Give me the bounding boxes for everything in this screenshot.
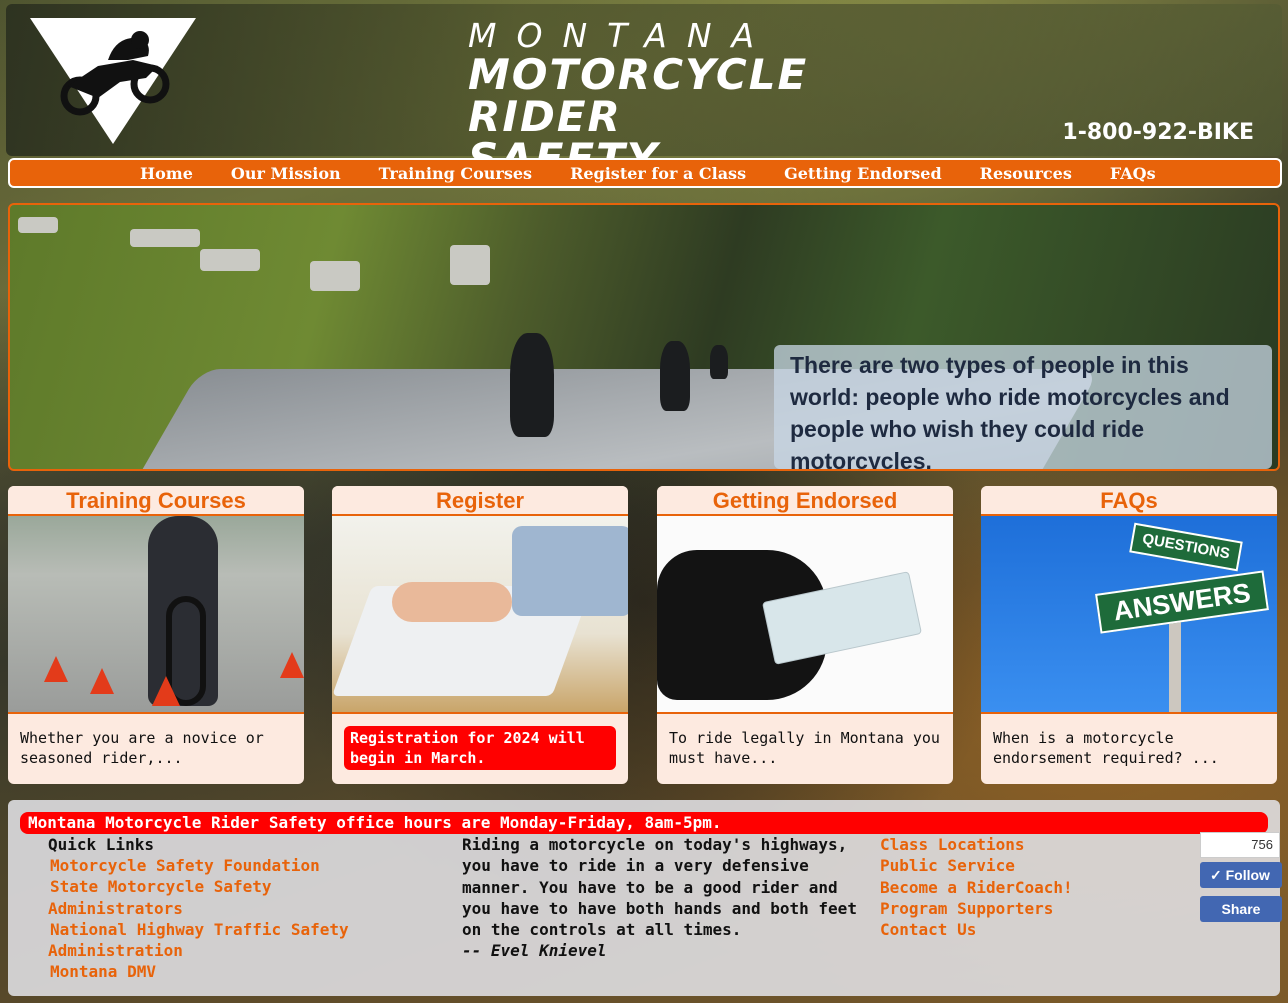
sleeve-shape [512,526,628,616]
link-msf[interactable]: Motorcycle Safety Foundation [48,855,408,876]
cone-shape [44,656,68,682]
hands-shape [392,582,512,622]
hero-rider [710,345,728,379]
hero-quote-box: There are two types of people in this wo… [774,345,1272,469]
card-description: Whether you are a novice or seasoned rid… [20,729,264,767]
card-title[interactable]: Getting Endorsed [657,486,953,516]
quick-links: Quick Links Motorcycle Safety Foundation… [48,834,408,983]
hero-rock [200,249,260,271]
footer-links: Class Locations Public Service Become a … [880,834,1180,940]
card-image-endorsed[interactable] [657,516,953,714]
card-register[interactable]: Register Registration for 2024 will begi… [332,486,628,784]
facebook-widget: 756 ✓ Follow Share [1200,832,1282,922]
nav-home[interactable]: Home [140,164,193,183]
main-nav: Home Our Mission Training Courses Regist… [8,158,1282,188]
phone-number: 1-800-922-BIKE [1062,120,1254,145]
hero-banner: There are two types of people in this wo… [8,203,1280,471]
nav-resources[interactable]: Resources [980,164,1072,183]
card-faqs[interactable]: FAQs QUESTIONS ANSWERS When is a motorcy… [981,486,1277,784]
footer-quote: Riding a motorcycle on today's highways,… [462,834,862,962]
quick-links-title: Quick Links [48,835,154,854]
nav-training-courses[interactable]: Training Courses [379,164,532,183]
footer-quote-text: Riding a motorcycle on today's highways,… [462,835,857,940]
facebook-share-button[interactable]: Share [1200,896,1282,922]
sign-questions: QUESTIONS [1129,522,1243,572]
nav-register-for-a-class[interactable]: Register for a Class [570,164,746,183]
registration-notice: Registration for 2024 will begin in Marc… [344,726,616,770]
card-title[interactable]: Register [332,486,628,516]
link-nhtsa[interactable]: National Highway Traffic Safety Administ… [48,919,408,962]
hero-rock [450,245,490,285]
footer: Montana Motorcycle Rider Safety office h… [8,800,1282,996]
nav-faqs[interactable]: FAQs [1110,164,1156,183]
card-image-register[interactable] [332,516,628,714]
hero-rider [660,341,690,411]
nav-getting-endorsed[interactable]: Getting Endorsed [784,164,942,183]
follower-count: 756 [1200,832,1280,858]
office-hours-banner: Montana Motorcycle Rider Safety office h… [20,812,1268,834]
link-become-ridercoach[interactable]: Become a RiderCoach! [880,877,1180,898]
cone-shape [152,676,180,706]
link-smsa[interactable]: State Motorcycle Safety Administrators [48,876,408,919]
card-description: To ride legally in Montana you must have… [669,729,940,767]
title-motorcycle: MOTORCYCLE [468,50,809,99]
link-public-service[interactable]: Public Service [880,855,1180,876]
site-header: MONTANA MOTORCYCLE RIDER SAFETY 1-800-92… [6,4,1282,180]
facebook-follow-button[interactable]: ✓ Follow [1200,862,1282,888]
card-getting-endorsed[interactable]: Getting Endorsed To ride legally in Mont… [657,486,953,784]
cone-shape [90,668,114,694]
nav-our-mission[interactable]: Our Mission [231,164,341,183]
card-training-courses[interactable]: Training Courses Whether you are a novic… [8,486,304,784]
link-class-locations[interactable]: Class Locations [880,834,1180,855]
hero-rock [310,261,360,291]
motorcycle-logo-icon[interactable] [28,16,198,146]
hero-rider [510,333,554,437]
card-title[interactable]: FAQs [981,486,1277,516]
link-contact-us[interactable]: Contact Us [880,919,1180,940]
site-title: MONTANA MOTORCYCLE RIDER SAFETY [468,18,828,180]
card-image-faqs[interactable]: QUESTIONS ANSWERS [981,516,1277,714]
title-montana: MONTANA [468,16,775,55]
hero-rock [18,217,58,233]
card-title[interactable]: Training Courses [8,486,304,516]
link-montana-dmv[interactable]: Montana DMV [48,961,408,982]
hero-quote: There are two types of people in this wo… [790,352,1230,471]
card-description: When is a motorcycle endorsement require… [993,729,1219,767]
sign-answers: ANSWERS [1095,570,1269,634]
footer-quote-author: -- Evel Knievel [462,941,607,961]
link-program-supporters[interactable]: Program Supporters [880,898,1180,919]
hero-rock [130,229,200,247]
cone-shape [280,652,304,678]
card-image-training[interactable] [8,516,304,714]
